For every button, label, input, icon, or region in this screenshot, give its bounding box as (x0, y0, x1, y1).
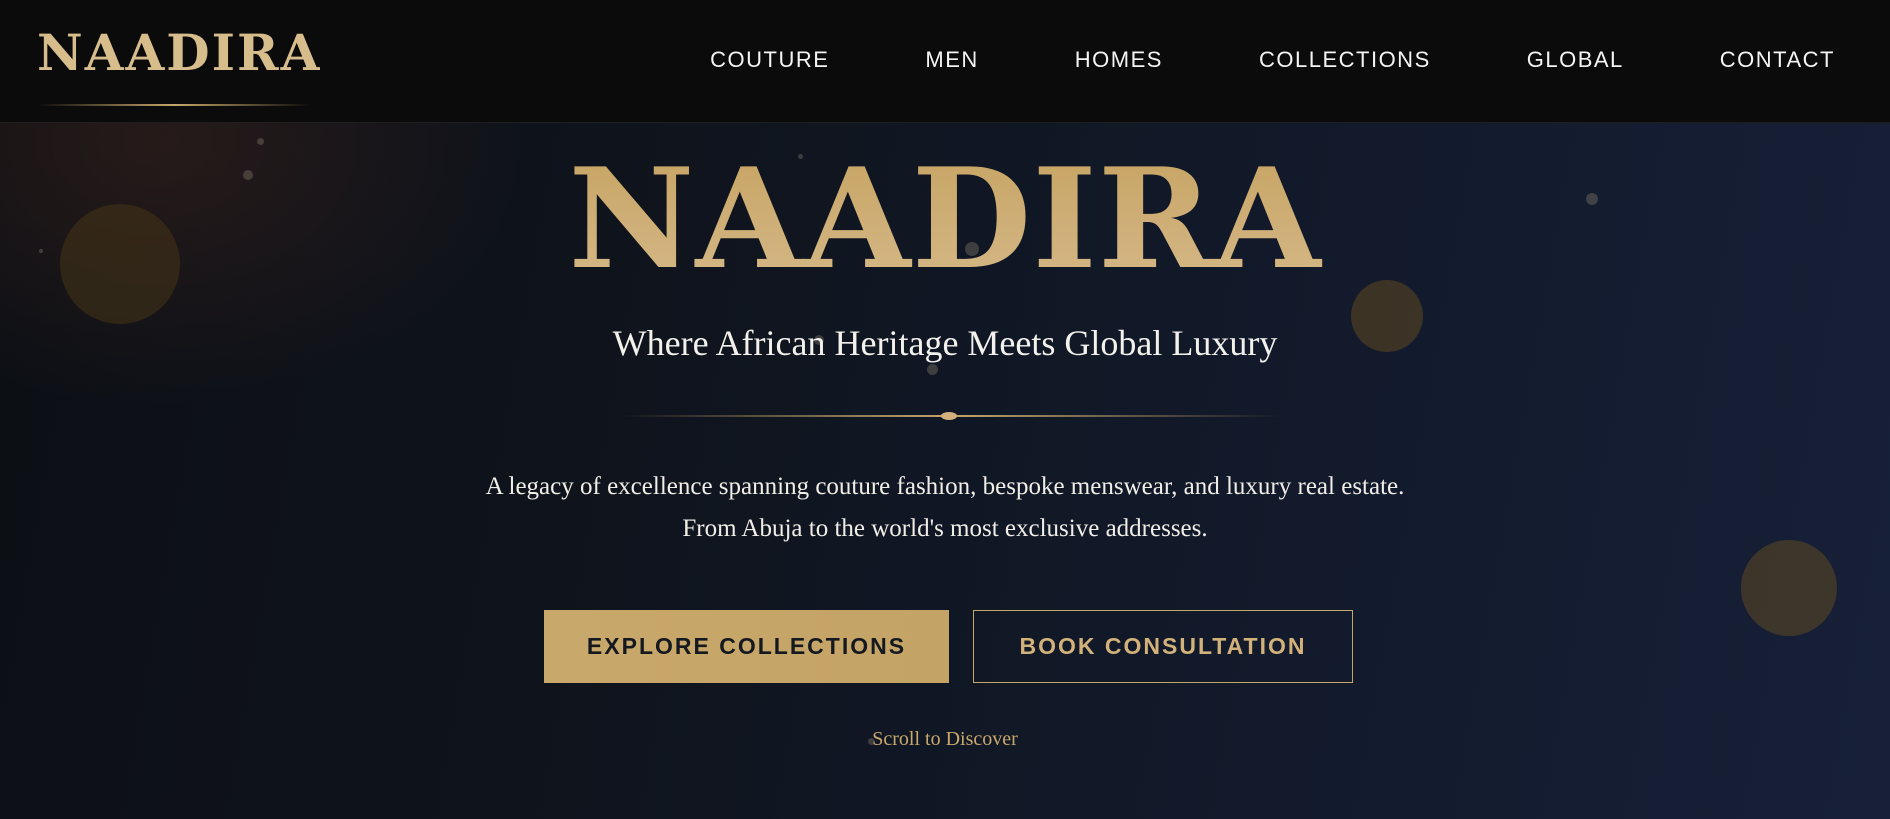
hero-description-line: From Abuja to the world's most exclusive… (682, 515, 1208, 542)
hero-subtitle: Where African Heritage Meets Global Luxu… (612, 323, 1278, 363)
site-header: NAADIRA COUTURE MEN HOMES COLLECTIONS GL… (0, 0, 1890, 123)
nav-item-homes[interactable]: HOMES (1075, 47, 1163, 73)
logo-underline (38, 104, 310, 106)
hero-description: A legacy of excellence spanning couture … (0, 466, 1890, 550)
main-navigation: COUTURE MEN HOMES COLLECTIONS GLOBAL CON… (710, 47, 1835, 73)
hero-description-line: A legacy of excellence spanning couture … (485, 473, 1405, 500)
nav-item-global[interactable]: GLOBAL (1527, 47, 1624, 73)
decorative-particle (927, 364, 938, 375)
nav-item-men[interactable]: MEN (925, 47, 978, 73)
decorative-particle (257, 138, 264, 145)
scroll-to-discover-link[interactable]: Scroll to Discover (0, 728, 1890, 751)
divider-gem-icon (941, 412, 957, 420)
nav-item-couture[interactable]: COUTURE (710, 47, 829, 73)
brand-logo[interactable]: NAADIRA (37, 28, 321, 78)
book-consultation-button[interactable]: BOOK CONSULTATION (973, 610, 1353, 683)
landing-page: NAADIRA COUTURE MEN HOMES COLLECTIONS GL… (0, 0, 1890, 819)
decorative-orb (1741, 540, 1837, 636)
nav-item-contact[interactable]: CONTACT (1720, 47, 1835, 73)
nav-item-collections[interactable]: COLLECTIONS (1259, 47, 1431, 73)
hero-title: NAADIRA (0, 150, 1890, 288)
explore-collections-button[interactable]: EXPLORE COLLECTIONS (544, 610, 949, 683)
